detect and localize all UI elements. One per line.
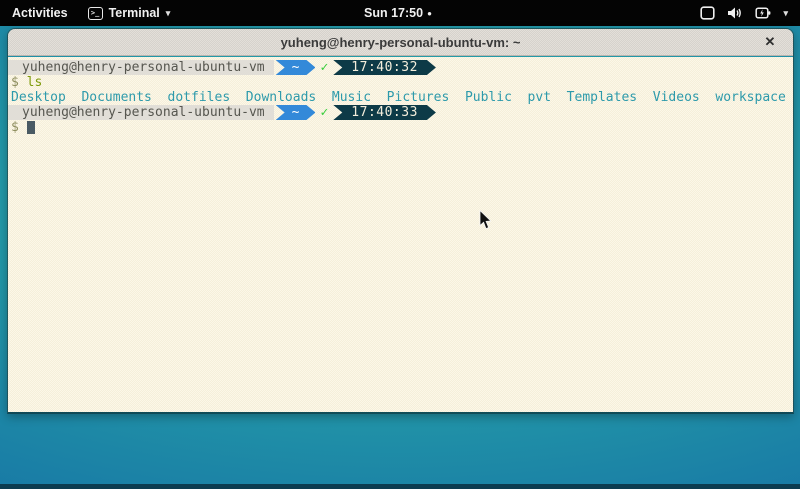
prompt-cwd-segment: ~ — [276, 60, 316, 75]
terminal-content[interactable]: yuheng@henry-personal-ubuntu-vm ~ ✓ 17:4… — [8, 57, 793, 412]
app-menu-terminal[interactable]: >_ Terminal ▾ — [80, 0, 179, 26]
clock-label: Sun 17:50 — [364, 6, 423, 20]
app-menu-label: Terminal — [109, 6, 160, 20]
check-icon: ✓ — [320, 60, 328, 75]
notification-dot-icon: ● — [427, 9, 432, 18]
clock-button[interactable]: Sun 17:50 ● — [364, 0, 432, 26]
directory-entry: workspace — [715, 90, 785, 105]
directory-entry: Pictures — [387, 90, 450, 105]
screen-icon — [700, 6, 715, 20]
directory-entry: Music — [332, 90, 371, 105]
directory-entry: Public — [465, 90, 512, 105]
chevron-down-icon: ▾ — [783, 8, 788, 19]
mouse-pointer-icon — [479, 210, 492, 230]
prompt-line-2: yuheng@henry-personal-ubuntu-vm ~ ✓ 17:4… — [8, 105, 793, 120]
directory-entry: Videos — [653, 90, 700, 105]
directory-entry: pvt — [528, 90, 551, 105]
directory-entry: Templates — [567, 90, 637, 105]
chevron-down-icon: ▾ — [166, 8, 171, 19]
activities-button[interactable]: Activities — [0, 0, 80, 26]
text-cursor — [27, 121, 35, 134]
prompt-userhost: yuheng@henry-personal-ubuntu-vm — [8, 105, 274, 120]
battery-charging-icon — [755, 6, 771, 20]
window-title: yuheng@henry-personal-ubuntu-vm: ~ — [281, 35, 521, 50]
directory-entry: Desktop — [11, 90, 66, 105]
current-command-line[interactable]: $ — [8, 120, 793, 135]
window-titlebar[interactable]: yuheng@henry-personal-ubuntu-vm: ~ ✕ — [8, 29, 793, 56]
terminal-window: yuheng@henry-personal-ubuntu-vm: ~ ✕ yuh… — [7, 28, 794, 414]
top-bar: Activities >_ Terminal ▾ Sun 17:50 ● — [0, 0, 800, 26]
terminal-icon: >_ — [88, 7, 103, 20]
prompt-symbol: $ — [11, 75, 19, 90]
system-status-area[interactable]: ▾ — [700, 0, 794, 26]
typed-command: ls — [27, 75, 43, 90]
prompt-userhost: yuheng@henry-personal-ubuntu-vm — [8, 60, 274, 75]
close-icon[interactable]: ✕ — [761, 33, 779, 51]
prompt-symbol: $ — [11, 120, 19, 135]
prompt-time-segment: 17:40:32 — [333, 60, 436, 75]
directory-entry: Downloads — [246, 90, 316, 105]
ls-output: Desktop Documents dotfiles Downloads Mus… — [8, 90, 793, 105]
directory-entry: Documents — [81, 90, 151, 105]
directory-entry: dotfiles — [168, 90, 231, 105]
prompt-cwd-segment: ~ — [276, 105, 316, 120]
volume-icon — [727, 6, 743, 20]
check-icon: ✓ — [320, 105, 328, 120]
prompt-line-1: yuheng@henry-personal-ubuntu-vm ~ ✓ 17:4… — [8, 60, 793, 75]
desktop-bottom-edge — [0, 484, 800, 489]
command-line: $ ls — [8, 75, 793, 90]
prompt-time-segment: 17:40:33 — [333, 105, 436, 120]
